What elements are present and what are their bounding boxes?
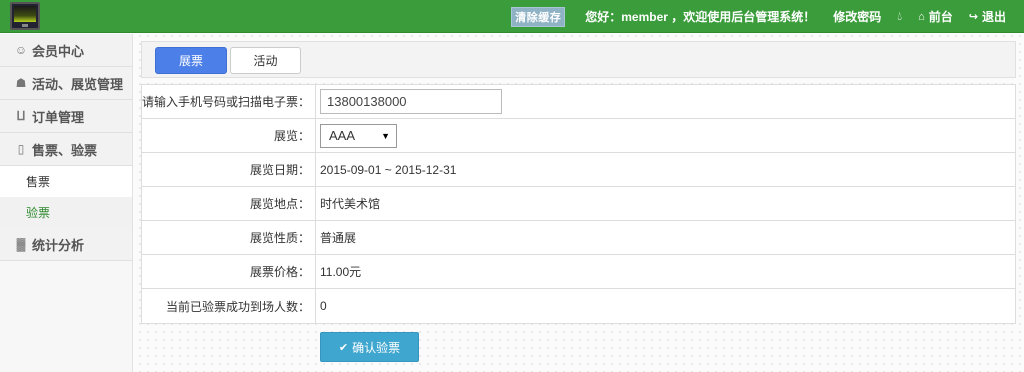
phone-cell [316,85,1015,118]
clear-cache-button[interactable]: 清除缓存 [511,6,566,27]
sidebar-item-label: 订单管理 [32,109,85,125]
nature-value: 普通展 [320,231,357,245]
user-icon: ☺ [14,43,28,57]
logout-link[interactable]: ↪ 退出 [969,8,1006,25]
date-label: 展览日期： [142,153,316,186]
tab-exhibition-ticket[interactable]: 展票 [155,47,227,74]
sidebar-item-orders[interactable]: ⨿ 订单管理 [0,100,132,133]
bar-chart-icon: ▓ [16,237,26,251]
date-value: 2015-09-01 ~ 2015-12-31 [320,162,457,177]
form-row-nature: 展览性质： 普通展 [142,221,1015,255]
exhibition-select[interactable]: AAA ▼ [320,123,397,148]
logo-screen [14,6,36,22]
sidebar-item-activities[interactable]: ☗ 活动、展览管理 [0,67,132,100]
logout-label: 退出 [981,10,1006,24]
price-label: 展票价格： [142,255,316,288]
sidebar-subitem-sell-ticket[interactable]: 售票 [0,166,132,197]
tab-activity[interactable]: 活动 [230,47,301,74]
form-row-count: 当前已验票成功到场人数： 0 [142,289,1015,323]
count-value: 0 [320,299,327,313]
change-password-link[interactable]: 修改密码 [833,8,881,25]
sidebar-subitem-check-ticket[interactable]: 验票 [0,197,132,228]
form-row-location: 展览地点： 时代美术馆 [142,187,1015,221]
top-right-nav: 清除缓存 您好：member ，欢迎使用后台管理系统！ 修改密码 💧︎ ⌂ 前台… [511,0,1006,33]
exhibition-cell: AAA ▼ [316,119,1015,152]
sidebar: ☺ 会员中心 ☗ 活动、展览管理 ⨿ 订单管理 ▯ 售票、验票 售票 验票 ▓ … [0,34,133,372]
cart-icon: ⨿ [16,108,26,123]
form-row-date: 展览日期： 2015-09-01 ~ 2015-12-31 [142,153,1015,187]
sidebar-item-member-center[interactable]: ☺ 会员中心 [0,34,132,67]
caret-down-icon: ▼ [381,130,390,141]
exhibition-label: 展览： [142,119,316,152]
form-row-phone: 请输入手机号码或扫描电子票： [142,85,1015,119]
phone-icon: ▯ [17,142,25,156]
sidebar-item-label: 统计分析 [32,237,85,253]
price-value: 11.00元 [320,265,362,279]
tint-icon[interactable]: 💧︎ [897,9,902,24]
ticket-check-form: 请输入手机号码或扫描电子票： 展览： AAA ▼ 展览日期： 2015-09-0… [141,84,1016,324]
front-link[interactable]: ⌂ 前台 [918,8,953,25]
count-label: 当前已验票成功到场人数： [142,289,316,323]
sidebar-item-label: 活动、展览管理 [32,76,124,92]
change-password-label: 修改密码 [833,10,882,24]
sidebar-item-statistics[interactable]: ▓ 统计分析 [0,228,132,261]
sidebar-item-label: 会员中心 [32,43,85,59]
home-icon: ⌂ [918,10,925,23]
location-value: 时代美术馆 [320,197,381,211]
check-icon: ✔ [338,341,349,354]
exhibition-selected-value: AAA [329,128,356,143]
nature-label: 展览性质： [142,221,316,254]
form-row-exhibition: 展览： AAA ▼ [142,119,1015,153]
sidebar-item-label: 售票、验票 [32,142,98,158]
logout-icon: ↪ [968,11,978,23]
trophy-icon: ☗ [15,76,27,90]
logo[interactable] [10,2,40,30]
front-label: 前台 [928,10,953,24]
sidebar-item-tickets[interactable]: ▯ 售票、验票 [0,133,132,166]
confirm-check-label: 确认验票 [352,340,401,355]
sidebar-subitem-label: 验票 [26,206,51,220]
location-label: 展览地点： [142,187,316,220]
phone-label: 请输入手机号码或扫描电子票： [142,85,316,118]
confirm-check-button[interactable]: ✔ 确认验票 [320,332,419,362]
logo-stand [22,24,28,27]
phone-input[interactable] [320,89,502,114]
welcome-greeting: 您好：member ，欢迎使用后台管理系统！ [585,10,816,24]
tabs-bar: 展票 活动 [141,41,1016,78]
sidebar-subitem-label: 售票 [26,175,51,189]
top-bar: 清除缓存 您好：member ，欢迎使用后台管理系统！ 修改密码 💧︎ ⌂ 前台… [0,0,1024,33]
form-row-price: 展票价格： 11.00元 [142,255,1015,289]
